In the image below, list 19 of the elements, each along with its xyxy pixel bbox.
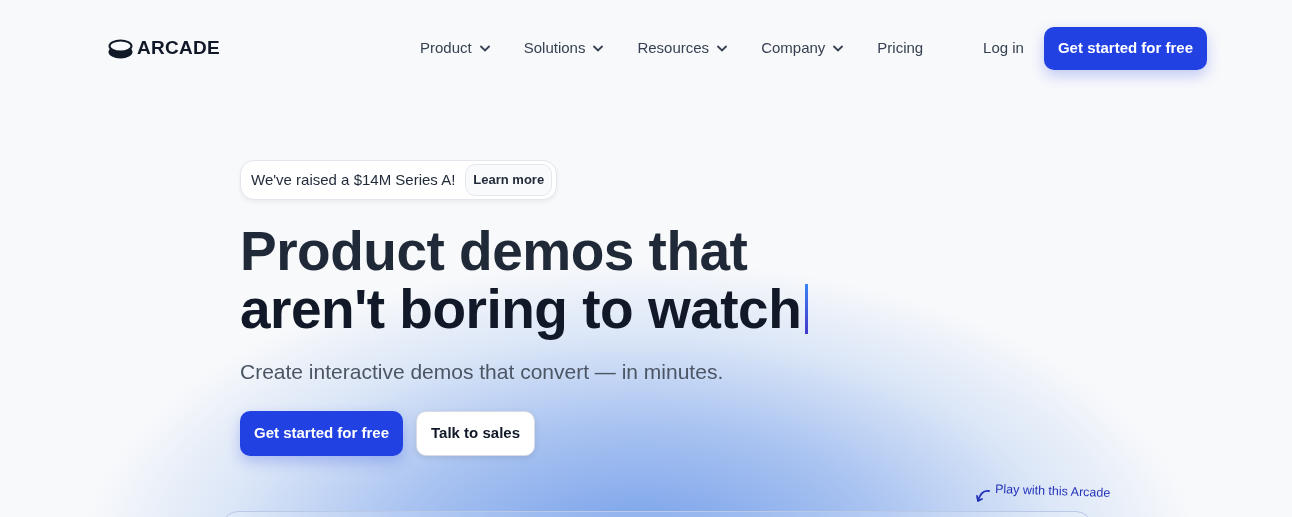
- learn-more-button[interactable]: Learn more: [465, 164, 553, 196]
- headline: aren't boring to watch: [240, 277, 802, 340]
- announcement-text: We've raised a $14M Series A!: [251, 169, 456, 190]
- nav-link[interactable]: Company: [761, 37, 844, 60]
- login-link[interactable]: Log in: [983, 37, 1024, 60]
- get-started-button[interactable]: Get started for free: [1043, 27, 1207, 70]
- nav-link[interactable]: Resources: [637, 37, 728, 60]
- subheadline: Create interactive demos that convert — in minutes.: [240, 358, 725, 385]
- talk-to-sales-button[interactable]: Talk to sales: [416, 411, 535, 456]
- demo-hint: Play with this Arcade: [994, 481, 1111, 502]
- headline: Product demos that: [240, 221, 749, 280]
- get-started-button[interactable]: Get started for free: [240, 411, 404, 456]
- curved-arrow-icon: [975, 488, 991, 504]
- nav-link[interactable]: Product: [420, 37, 490, 60]
- logo-icon: [108, 38, 133, 59]
- text-cursor-icon: [805, 283, 809, 334]
- nav-link[interactable]: Solutions: [523, 37, 604, 60]
- nav-link[interactable]: Pricing: [877, 37, 924, 60]
- brand-name[interactable]: ARCADE: [137, 34, 221, 63]
